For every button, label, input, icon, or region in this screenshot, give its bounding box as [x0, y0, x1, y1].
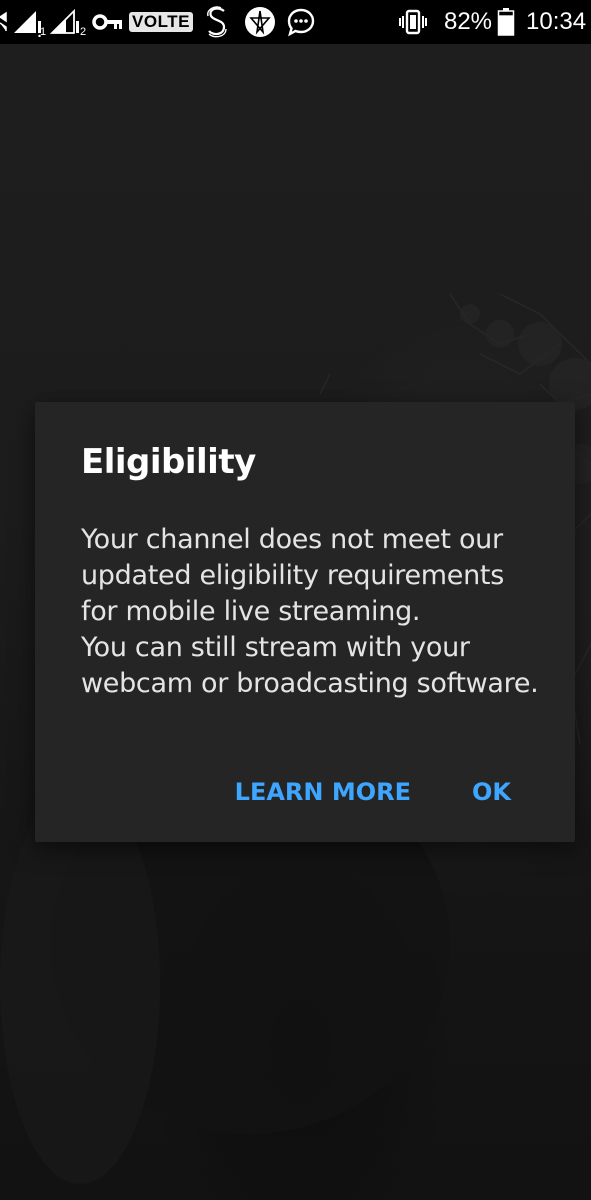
eligibility-dialog: Eligibility Your channel does not meet o… [35, 402, 575, 842]
dialog-message-line-1: Your channel does not meet our updated e… [81, 524, 504, 627]
screen: 1 2 VOLTE 82% 10:34 Eligibility Your cha… [0, 0, 591, 1200]
dialog-message-line-2: You can still stream with your webcam or… [81, 632, 539, 699]
vibrate-icon [398, 0, 428, 44]
battery-icon [496, 0, 516, 44]
status-bar: 1 2 VOLTE 82% 10:34 [0, 0, 591, 44]
learn-more-button[interactable]: LEARN MORE [235, 767, 411, 817]
ok-button[interactable]: OK [472, 767, 511, 817]
status-time: 10:34 [526, 8, 587, 35]
dialog-title: Eligibility [81, 442, 256, 482]
vpn-key-icon [92, 0, 124, 44]
s-app-icon [202, 0, 232, 44]
dialog-message: Your channel does not meet our updated e… [81, 522, 541, 702]
battery-percent: 82% [443, 8, 493, 35]
volte-badge: VOLTE [129, 0, 193, 44]
data-arrow-icon [0, 0, 10, 44]
star-app-icon [243, 0, 277, 44]
chat-bubble-icon [285, 0, 317, 44]
sim1-label: 1 [39, 26, 47, 38]
sim2-label: 2 [79, 26, 87, 38]
